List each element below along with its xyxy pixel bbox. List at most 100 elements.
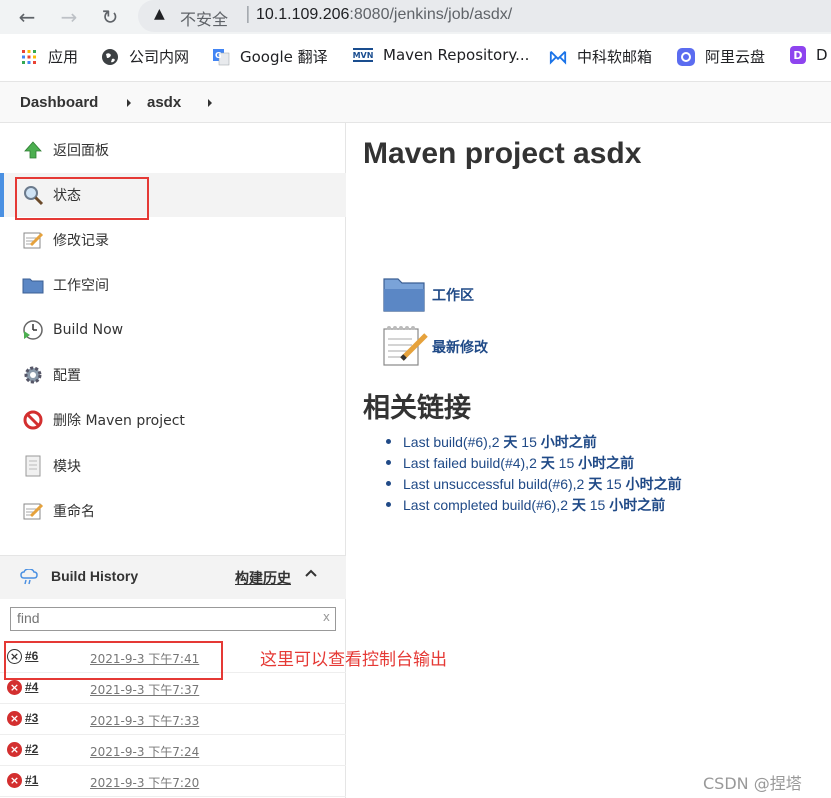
warning-icon[interactable]: ▲ — [154, 6, 165, 22]
task-label: 模块 — [53, 459, 81, 475]
task-rename[interactable]: 重命名 — [0, 489, 346, 533]
task-back-to-dashboard[interactable]: 返回面板 — [0, 128, 346, 172]
task-label: 删除 Maven project — [53, 413, 185, 429]
security-label[interactable]: 不安全 — [180, 6, 228, 30]
gear-icon — [21, 363, 45, 387]
notepad-icon — [21, 228, 45, 252]
permalink-text[interactable]: Last build(#6),2 — [403, 434, 503, 450]
workspace-link-row[interactable]: 工作区 — [382, 273, 474, 317]
permalink-bold: 小时之前 — [578, 455, 635, 471]
recent-changes-link-row[interactable]: 最新修改 — [382, 323, 488, 371]
reload-icon[interactable]: ↻ — [97, 4, 123, 30]
task-build-now[interactable]: Build Now — [0, 308, 346, 352]
build-number-link[interactable]: #3 — [25, 711, 38, 725]
browser-toolbar: ← → ↻ ▲ 不安全 | 10.1.109.206:8080/jenkins/… — [0, 0, 831, 34]
task-modules[interactable]: 模块 — [0, 444, 346, 488]
page-title: Maven project asdx — [363, 137, 642, 170]
permalink-bold: 小时之前 — [625, 476, 682, 492]
build-date-link[interactable]: 2021-9-3 下午7:20 — [90, 774, 199, 791]
svg-text:G: G — [215, 51, 222, 60]
build-filter-input[interactable] — [11, 608, 311, 628]
failed-icon: × — [7, 742, 22, 757]
build-number-link[interactable]: #4 — [25, 680, 38, 694]
address-bar[interactable]: ▲ 不安全 | 10.1.109.206:8080/jenkins/job/as… — [138, 0, 831, 32]
highlight-box — [4, 641, 223, 680]
permalink-text: 15 — [585, 497, 610, 513]
build-row[interactable]: × #3 2021-9-3 下午7:33 — [0, 704, 346, 735]
bookmark-label: 中科软邮箱 — [577, 48, 653, 66]
task-changes[interactable]: 修改记录 — [0, 218, 346, 262]
notepad-icon — [382, 323, 428, 371]
back-icon[interactable]: ← — [14, 4, 40, 30]
bookmark-label: 应用 — [48, 48, 79, 66]
build-date-link[interactable]: 2021-9-3 下午7:24 — [90, 743, 199, 760]
build-row[interactable]: × #1 2021-9-3 下午7:20 — [0, 766, 346, 797]
task-delete-project[interactable]: 删除 Maven project — [0, 398, 346, 442]
bookmark-intranet[interactable]: 公司内网 — [101, 46, 189, 67]
breadcrumb-dashboard[interactable]: Dashboard — [20, 94, 98, 111]
notepad-icon — [21, 499, 45, 523]
task-label: Build Now — [53, 322, 124, 338]
globe-icon — [101, 48, 119, 66]
task-label: 配置 — [53, 368, 81, 384]
build-date-link[interactable]: 2021-9-3 下午7:33 — [90, 712, 199, 729]
aliyun-drive-icon — [677, 47, 695, 66]
bookmarks-bar: 应用 公司内网 G Google 翻译 MVN Maven Repository… — [0, 38, 831, 76]
permalink-bold: 天 — [540, 455, 555, 471]
permalink-text: 15 — [554, 455, 579, 471]
permalink-text[interactable]: Last failed build(#4),2 — [403, 455, 541, 471]
build-number-link[interactable]: #1 — [25, 773, 38, 787]
bookmark-maven[interactable]: MVN Maven Repository... — [353, 46, 530, 64]
build-trend-link[interactable]: 构建历史 — [235, 568, 291, 588]
permalink-bold: 天 — [503, 434, 518, 450]
d-icon: D — [790, 46, 806, 64]
document-icon — [21, 454, 45, 478]
workspace-link[interactable]: 工作区 — [432, 285, 474, 305]
recent-changes-link[interactable]: 最新修改 — [432, 337, 488, 357]
task-workspace[interactable]: 工作空间 — [0, 263, 346, 307]
highlight-box — [15, 177, 149, 220]
failed-icon: × — [7, 680, 22, 695]
breadcrumb-dropdown-icon[interactable] — [208, 99, 212, 107]
breadcrumb-job[interactable]: asdx — [147, 94, 181, 111]
chevron-up-icon[interactable] — [304, 566, 318, 582]
google-translate-icon: G — [212, 48, 230, 66]
folder-icon — [382, 273, 426, 317]
url-separator: | — [245, 4, 251, 24]
permalink-text[interactable]: Last unsuccessful build(#6),2 — [403, 476, 588, 492]
build-row[interactable]: × #2 2021-9-3 下午7:24 — [0, 735, 346, 766]
up-arrow-icon — [21, 138, 45, 162]
clear-icon[interactable]: x — [323, 610, 330, 624]
clock-play-icon — [21, 318, 45, 342]
bookmark-label: 公司内网 — [129, 48, 190, 66]
build-number-link[interactable]: #2 — [25, 742, 38, 756]
forward-icon[interactable]: → — [56, 4, 82, 30]
bookmark-google-translate[interactable]: G Google 翻译 — [212, 46, 328, 67]
cloud-rain-icon — [20, 568, 38, 589]
task-label: 返回面板 — [53, 143, 109, 159]
bookmark-mail[interactable]: 中科软邮箱 — [549, 46, 652, 67]
task-configure[interactable]: 配置 — [0, 353, 346, 397]
url-text[interactable]: 10.1.109.206:8080/jenkins/job/asdx/ — [256, 6, 512, 24]
bookmark-d[interactable]: D D — [790, 46, 828, 64]
permalink-text: 15 — [517, 434, 541, 450]
task-label: 工作空间 — [53, 278, 109, 294]
build-filter[interactable]: x — [10, 607, 336, 631]
bookmark-aliyun[interactable]: 阿里云盘 — [677, 46, 765, 67]
build-history-title: Build History — [51, 568, 139, 584]
breadcrumb-dropdown-icon[interactable] — [127, 99, 131, 107]
build-history-header: Build History 构建历史 — [0, 555, 346, 599]
permalink-bold: 小时之前 — [540, 434, 597, 450]
apps-grid-icon — [20, 48, 38, 66]
bookmark-apps[interactable]: 应用 — [20, 46, 78, 67]
annotation-text: 这里可以查看控制台输出 — [260, 650, 447, 670]
watermark: CSDN @捏塔 — [703, 774, 802, 793]
mail-icon — [549, 48, 567, 66]
no-entry-icon — [21, 408, 45, 432]
permalink-bold: 小时之前 — [609, 497, 666, 513]
failed-icon: × — [7, 773, 22, 788]
build-date-link[interactable]: 2021-9-3 下午7:37 — [90, 681, 199, 698]
permalink-text[interactable]: Last completed build(#6),2 — [403, 497, 572, 513]
breadcrumb: Dashboard asdx — [0, 81, 831, 123]
permalink-text: 15 — [602, 476, 626, 492]
